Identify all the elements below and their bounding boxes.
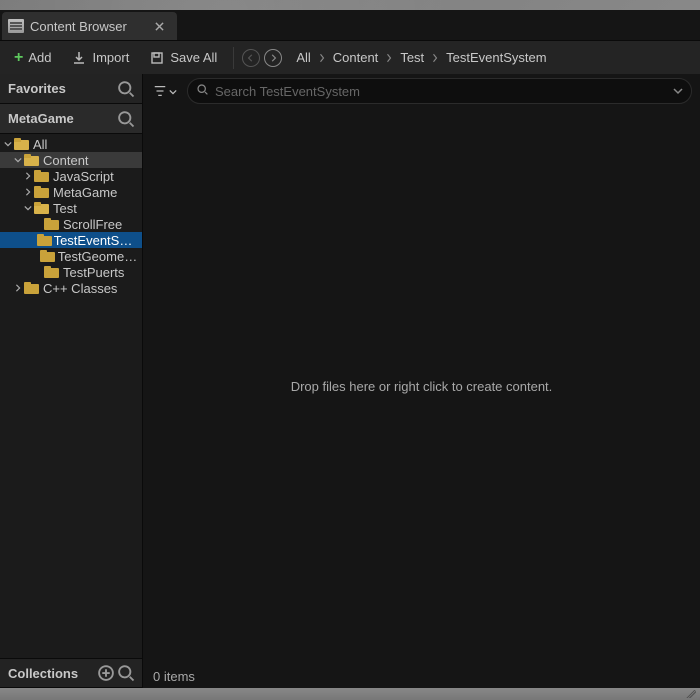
import-icon <box>71 50 87 66</box>
asset-grid[interactable]: Drop files here or right click to create… <box>143 108 700 664</box>
folder-icon <box>40 250 54 262</box>
tree-item[interactable]: TestEventSystem <box>0 232 142 248</box>
plus-icon: + <box>14 50 23 66</box>
tab-title: Content Browser <box>30 19 127 34</box>
add-label: Add <box>28 50 51 65</box>
chevron-right-icon <box>386 53 392 63</box>
cpp-folder-icon <box>24 282 39 294</box>
status-bar: 0 items <box>143 664 700 688</box>
save-all-button[interactable]: Save All <box>141 46 225 70</box>
chevron-right-icon[interactable] <box>22 172 34 180</box>
tree-item-label: TestPuerts <box>63 265 124 280</box>
chevron-right-icon[interactable] <box>22 188 34 196</box>
main-area: Favorites MetaGame AllContentJavaScriptM… <box>0 74 700 688</box>
folder-icon <box>34 186 49 198</box>
content-browser-icon <box>8 19 24 33</box>
add-button[interactable]: + Add <box>6 46 59 70</box>
chevron-right-icon <box>319 53 325 63</box>
collections-label: Collections <box>8 666 96 681</box>
folder-icon <box>44 218 59 230</box>
item-count: 0 items <box>153 669 195 684</box>
collections-header[interactable]: Collections <box>0 658 142 688</box>
import-label: Import <box>92 50 129 65</box>
chevron-down-icon[interactable] <box>22 204 34 212</box>
chevron-down-icon <box>169 84 177 99</box>
sidebar: Favorites MetaGame AllContentJavaScriptM… <box>0 74 143 688</box>
tree-item[interactable]: Test <box>0 200 142 216</box>
search-box[interactable] <box>187 78 692 104</box>
search-icon <box>196 83 209 99</box>
add-collection-icon[interactable] <box>96 663 116 683</box>
folder-icon <box>24 154 39 166</box>
tree-item-label: All <box>33 137 47 152</box>
chevron-down-icon[interactable] <box>2 140 14 148</box>
content-browser-panel: Content Browser + Add Import Save All <box>0 10 700 688</box>
history-back-button[interactable] <box>242 49 260 67</box>
source-tree: AllContentJavaScriptMetaGameTestScrollFr… <box>0 134 142 658</box>
close-icon[interactable] <box>153 19 167 33</box>
folder-icon <box>34 202 49 214</box>
tree-item-label: TestEventSystem <box>54 233 138 248</box>
tree-item-label: ScrollFree <box>63 217 122 232</box>
chevron-down-icon[interactable] <box>12 156 24 164</box>
favorites-header[interactable]: Favorites <box>0 74 142 104</box>
save-all-icon <box>149 50 165 66</box>
save-all-label: Save All <box>170 50 217 65</box>
import-button[interactable]: Import <box>63 46 137 70</box>
chevron-down-icon[interactable] <box>673 84 683 99</box>
tree-item-label: MetaGame <box>53 185 117 200</box>
search-input[interactable] <box>215 84 667 99</box>
tree-item[interactable]: TestPuerts <box>0 264 142 280</box>
empty-hint: Drop files here or right click to create… <box>291 379 553 394</box>
tree-item-label: Content <box>43 153 89 168</box>
tree-item-label: JavaScript <box>53 169 114 184</box>
tree-item[interactable]: ScrollFree <box>0 216 142 232</box>
tree-item[interactable]: All <box>0 136 142 152</box>
chevron-right-icon <box>432 53 438 63</box>
breadcrumb-item[interactable]: Test <box>394 47 430 68</box>
favorites-label: Favorites <box>8 81 116 96</box>
folder-icon <box>34 170 49 182</box>
tab-bar: Content Browser <box>0 10 700 40</box>
breadcrumb-item[interactable]: TestEventSystem <box>440 47 552 68</box>
breadcrumb-item[interactable]: Content <box>327 47 385 68</box>
resize-grip[interactable] <box>0 688 700 700</box>
asset-view: Drop files here or right click to create… <box>143 74 700 688</box>
toolbar: + Add Import Save All All Content Test Test… <box>0 40 700 74</box>
breadcrumb-item[interactable]: All <box>290 47 316 68</box>
tree-item-label: Test <box>53 201 77 216</box>
search-icon[interactable] <box>116 79 136 99</box>
filter-button[interactable] <box>151 79 179 103</box>
tree-item[interactable]: TestGeometry2 <box>0 248 142 264</box>
folder-icon <box>37 234 50 246</box>
search-icon[interactable] <box>116 663 136 683</box>
folder-icon <box>14 138 29 150</box>
search-icon[interactable] <box>116 109 136 129</box>
tree-item[interactable]: JavaScript <box>0 168 142 184</box>
breadcrumb: All Content Test TestEventSystem <box>290 47 694 68</box>
divider <box>233 47 234 69</box>
tree-item-label: TestGeometry2 <box>58 249 138 264</box>
tab-content-browser[interactable]: Content Browser <box>2 12 177 40</box>
tree-item[interactable]: Content <box>0 152 142 168</box>
tree-item[interactable]: C++ Classes <box>0 280 142 296</box>
folder-icon <box>44 266 59 278</box>
tree-item[interactable]: MetaGame <box>0 184 142 200</box>
project-label: MetaGame <box>8 111 116 126</box>
project-header[interactable]: MetaGame <box>0 104 142 134</box>
tree-item-label: C++ Classes <box>43 281 117 296</box>
asset-toolbar <box>143 74 700 108</box>
chevron-right-icon[interactable] <box>12 284 24 292</box>
history-forward-button[interactable] <box>264 49 282 67</box>
